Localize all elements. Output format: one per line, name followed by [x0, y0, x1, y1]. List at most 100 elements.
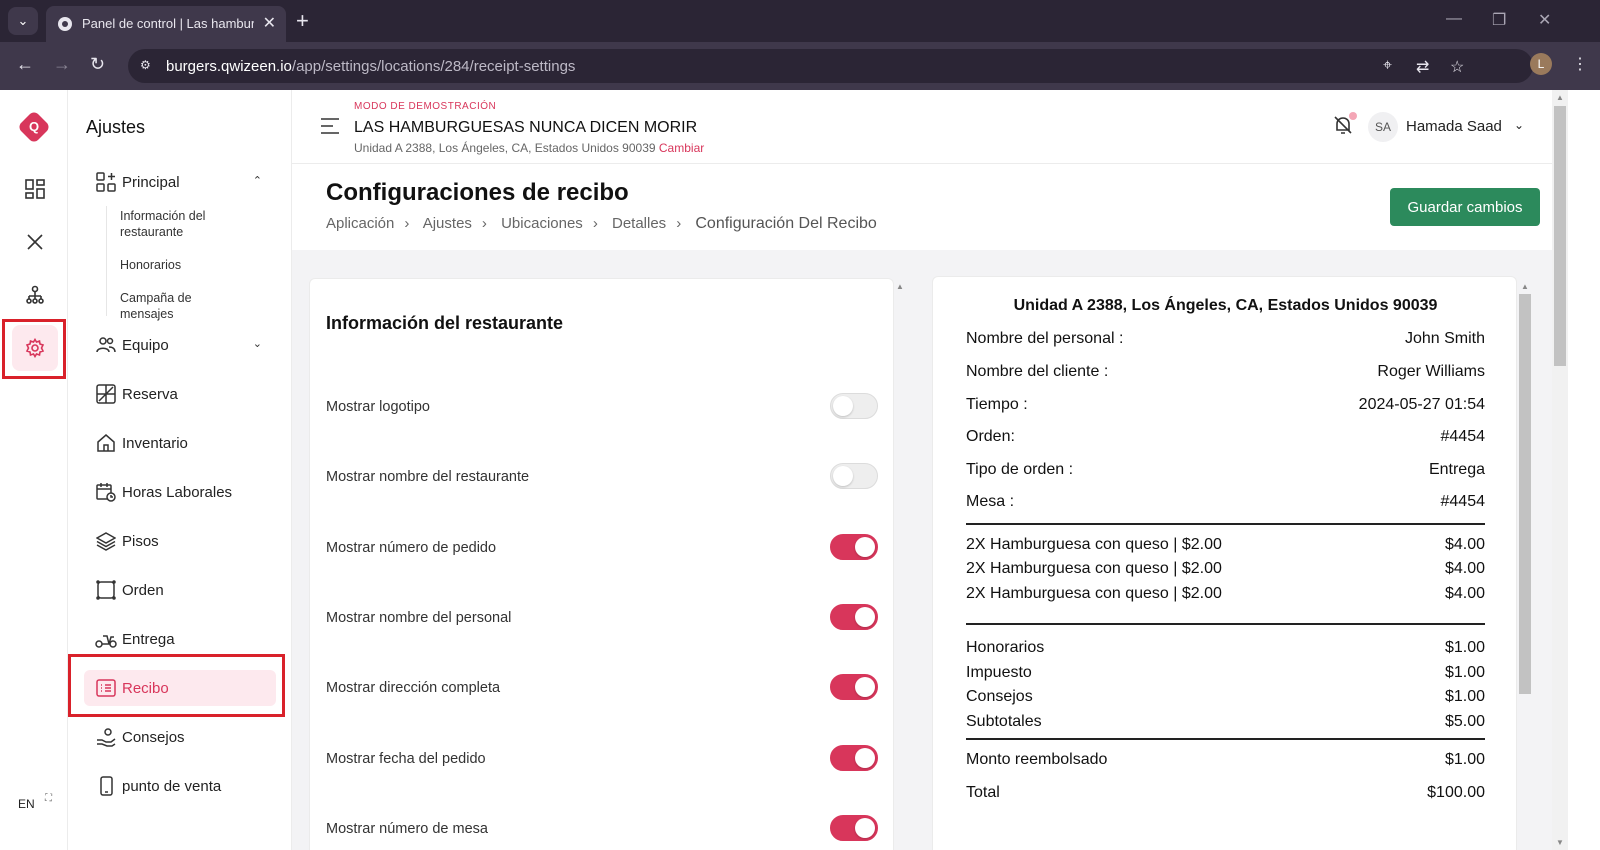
- principal-icon: [94, 172, 118, 192]
- tab-close-icon[interactable]: ✕: [263, 13, 276, 33]
- page-header: Configuraciones de recibo Aplicación › Aj…: [292, 164, 1552, 250]
- chevron-down-icon: ⌄: [252, 338, 262, 350]
- demo-mode-label: MODO DE DEMOSTRACIÓN: [354, 101, 497, 112]
- tab-search-button[interactable]: ⌄: [8, 7, 38, 35]
- toggle-show-full-address[interactable]: [830, 674, 878, 700]
- minimize-icon[interactable]: —: [1446, 10, 1462, 28]
- url-host: burgers.qwizeen.io: [166, 58, 292, 75]
- dashboard-icon[interactable]: [18, 172, 52, 206]
- sidebar-item-equipo[interactable]: Equipo ⌄: [84, 327, 276, 363]
- settings-scrollbar[interactable]: ▲: [896, 278, 904, 848]
- favicon-icon: [58, 17, 72, 31]
- url-path: /app/settings/locations/284/receipt-sett…: [291, 58, 576, 75]
- site-info-icon[interactable]: ⚙: [140, 58, 156, 74]
- location-blocked-icon[interactable]: ⌖: [1383, 57, 1392, 75]
- sidebar-item-orden[interactable]: Orden: [84, 572, 276, 608]
- breadcrumb-app[interactable]: Aplicación: [326, 215, 394, 232]
- chevron-down-icon[interactable]: ⌄: [1514, 118, 1524, 132]
- logo[interactable]: Q: [17, 110, 51, 144]
- sidebar-item-pos[interactable]: punto de venta: [84, 768, 276, 804]
- tip-hand-icon: [94, 727, 118, 747]
- receipt-preview: Unidad A 2388, Los Ángeles, CA, Estados …: [932, 276, 1517, 850]
- page-scrollbar[interactable]: ▲ ▼: [1552, 90, 1568, 850]
- restaurant-name: LAS HAMBURGUESAS NUNCA DICEN MORIR: [354, 119, 698, 136]
- receipt-scrollbar[interactable]: ▲: [1518, 278, 1532, 850]
- toggle-show-staff-name[interactable]: [830, 604, 878, 630]
- toggle-show-table-number[interactable]: [830, 815, 878, 841]
- receipt-scroll-thumb[interactable]: [1519, 294, 1531, 694]
- option-show-order-number: Mostrar número de pedido: [326, 534, 878, 562]
- order-frame-icon: [94, 580, 118, 600]
- chevron-right-icon: ›: [404, 215, 410, 232]
- sidebar-title: Ajustes: [86, 117, 146, 137]
- user-name[interactable]: Hamada Saad: [1406, 118, 1502, 135]
- translate-icon[interactable]: ⇄: [1416, 57, 1429, 77]
- sidebar-item-principal[interactable]: Principal ⌃: [84, 164, 276, 200]
- profile-avatar[interactable]: L: [1530, 53, 1552, 75]
- menu-utensils-icon[interactable]: [18, 225, 52, 259]
- sidebar-sub-fees[interactable]: Honorarios: [120, 257, 240, 273]
- language-switcher[interactable]: EN ⛶: [9, 787, 59, 813]
- new-tab-button[interactable]: +: [296, 8, 309, 34]
- mobile-device-icon: [94, 776, 118, 796]
- user-avatar[interactable]: SA: [1368, 112, 1398, 142]
- breadcrumb-settings[interactable]: Ajustes: [423, 215, 472, 232]
- option-show-restaurant-name: Mostrar nombre del restaurante: [326, 463, 878, 491]
- receipt-divider: [966, 623, 1485, 625]
- chevron-up-icon: ⌃: [252, 175, 262, 187]
- option-show-full-address: Mostrar dirección completa: [326, 674, 878, 702]
- sidebar-sub-campaigns[interactable]: Campaña de mensajes: [120, 290, 240, 322]
- main-content: Información del restaurante Mostrar logo…: [292, 250, 1552, 850]
- calendar-clock-icon: [94, 482, 118, 502]
- toggle-show-order-date[interactable]: [830, 745, 878, 771]
- user-menu[interactable]: SA Hamada Saad ⌄: [1332, 112, 1552, 142]
- page-title: Configuraciones de recibo: [326, 179, 629, 206]
- url-field[interactable]: ⚙ burgers.qwizeen.io/app/settings/locati…: [128, 49, 1533, 83]
- expand-icon: ⛶: [45, 793, 52, 804]
- sidebar-item-pisos[interactable]: Pisos: [84, 523, 276, 559]
- hamburger-menu-icon[interactable]: [320, 118, 340, 139]
- option-show-staff-name: Mostrar nombre del personal: [326, 604, 878, 632]
- toggle-show-order-number[interactable]: [830, 534, 878, 560]
- reload-icon[interactable]: ↻: [90, 54, 105, 75]
- receipt-address: Unidad A 2388, Los Ángeles, CA, Estados …: [1013, 297, 1438, 314]
- save-changes-button[interactable]: Guardar cambios: [1390, 188, 1540, 226]
- receipt-divider: [966, 523, 1485, 525]
- toggle-show-logo[interactable]: [830, 393, 878, 419]
- sidebar-item-inventario[interactable]: Inventario: [84, 425, 276, 461]
- toggle-show-restaurant-name[interactable]: [830, 463, 878, 489]
- address-bar: ← → ↻ ⚙ burgers.qwizeen.io/app/settings/…: [0, 42, 1600, 90]
- forward-icon[interactable]: →: [53, 54, 71, 75]
- browser-tab[interactable]: Panel de control | Las hamburguesas ✕: [46, 6, 286, 42]
- scooter-icon: [94, 629, 118, 649]
- chevron-right-icon: ›: [676, 215, 682, 232]
- sidebar-item-reserva[interactable]: Reserva: [84, 376, 276, 412]
- sidebar-item-entrega[interactable]: Entrega: [84, 621, 276, 657]
- option-show-table-number: Mostrar número de mesa: [326, 815, 878, 843]
- settings-sidebar: Ajustes Principal ⌃ Información del rest…: [68, 90, 292, 850]
- bookmark-star-icon[interactable]: ☆: [1450, 57, 1464, 77]
- app-topbar: MODO DE DEMOSTRACIÓN LAS HAMBURGUESAS NU…: [292, 90, 1552, 164]
- layers-icon: [94, 531, 118, 551]
- chevron-right-icon: ›: [592, 215, 598, 232]
- tab-title: Panel de control | Las hamburguesas: [82, 16, 254, 31]
- sidebar-item-horas[interactable]: Horas Laborales: [84, 474, 276, 510]
- org-structure-icon[interactable]: [18, 278, 52, 312]
- breadcrumb-current: Configuración Del Recibo: [695, 215, 877, 232]
- browser-tab-bar: ⌄ Panel de control | Las hamburguesas ✕ …: [0, 0, 1600, 42]
- chevron-right-icon: ›: [481, 215, 487, 232]
- option-show-logo: Mostrar logotipo: [326, 393, 878, 421]
- restore-icon[interactable]: ❐: [1492, 10, 1506, 30]
- sidebar-item-consejos[interactable]: Consejos: [84, 719, 276, 755]
- close-window-icon[interactable]: ✕: [1538, 10, 1551, 30]
- browser-menu-icon[interactable]: ⋮: [1572, 54, 1588, 74]
- page-scroll-thumb[interactable]: [1554, 106, 1566, 366]
- notification-dot: [1349, 112, 1357, 120]
- sidebar-highlight-frame: [68, 654, 285, 717]
- sidebar-sub-restaurant-info[interactable]: Información del restaurante: [120, 208, 240, 240]
- back-icon[interactable]: ←: [16, 54, 34, 75]
- breadcrumb: Aplicación › Ajustes › Ubicaciones › Detall…: [326, 215, 883, 233]
- breadcrumb-details[interactable]: Detalles: [612, 215, 666, 232]
- change-location-link[interactable]: Cambiar: [659, 141, 704, 155]
- breadcrumb-locations[interactable]: Ubicaciones: [501, 215, 583, 232]
